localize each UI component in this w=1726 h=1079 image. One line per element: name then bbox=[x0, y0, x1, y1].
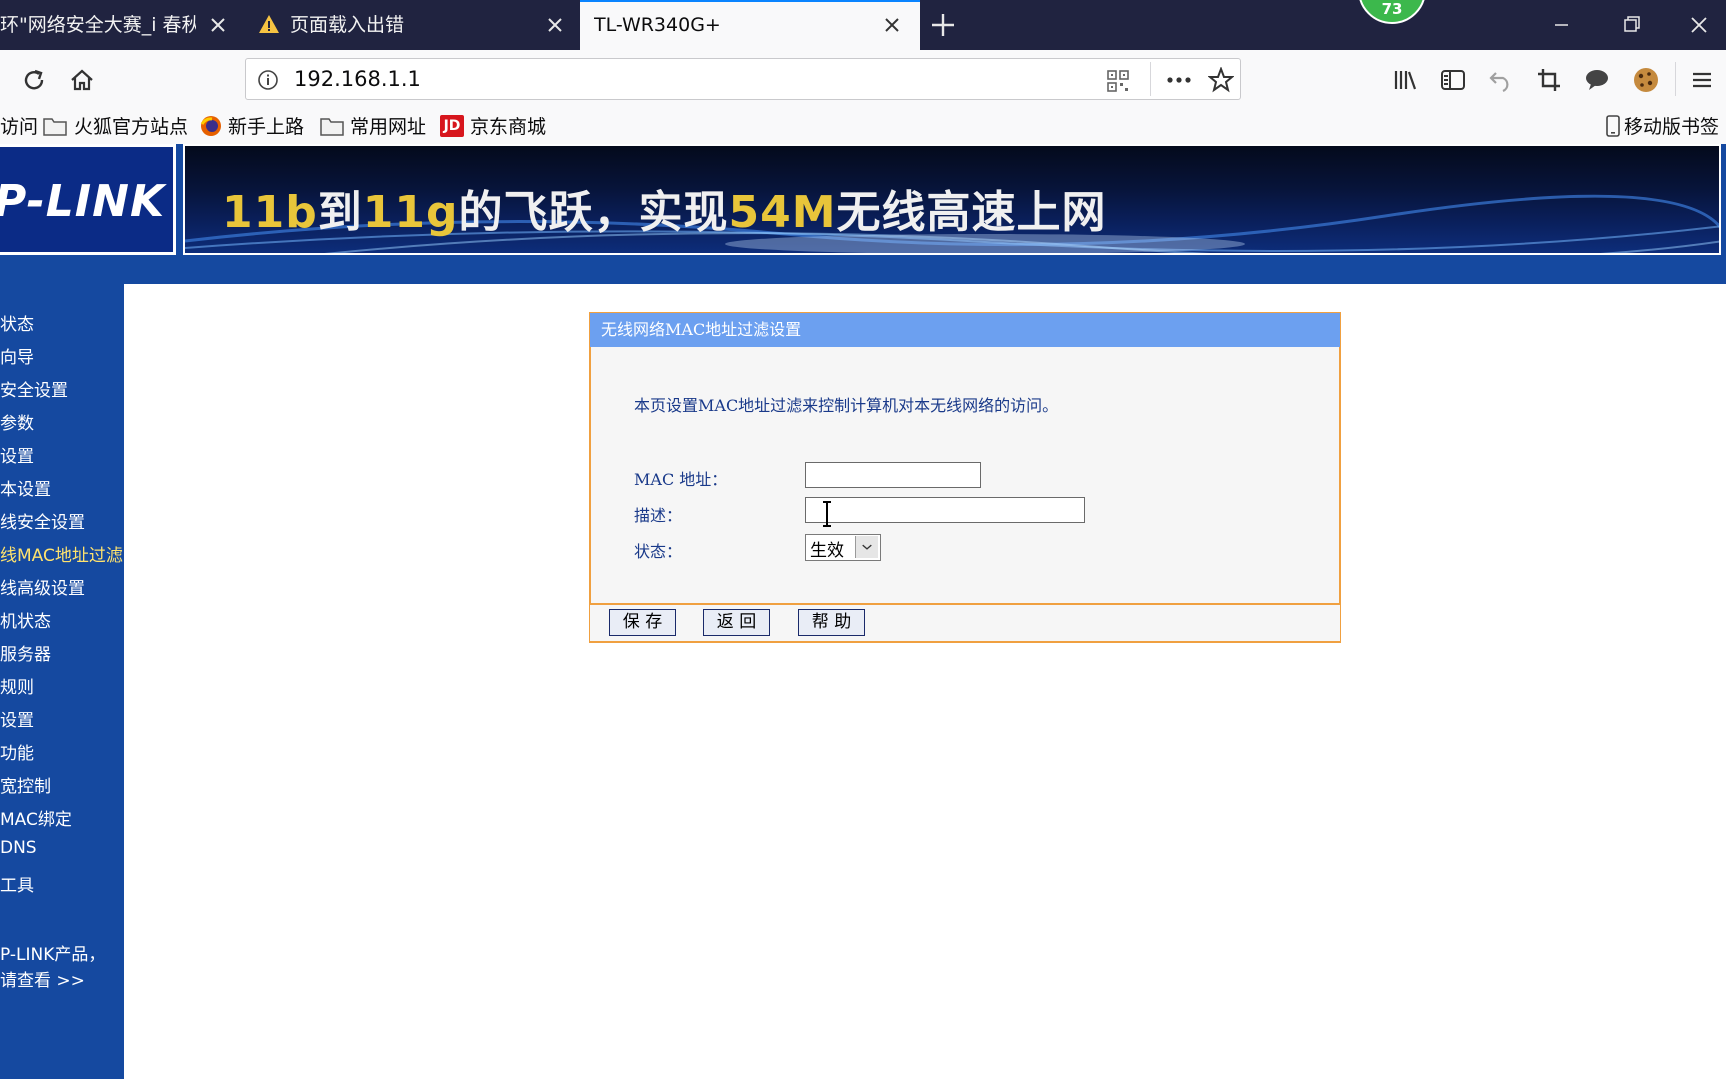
firefox-icon bbox=[200, 116, 221, 136]
panel-title: 无线网络MAC地址过滤设置 bbox=[601, 320, 802, 339]
mobile-bookmarks-icon bbox=[1606, 115, 1620, 137]
status-label: 状态： bbox=[634, 542, 683, 561]
slogan-part1: 11b bbox=[222, 187, 318, 238]
back-button[interactable]: 返 回 bbox=[703, 609, 770, 636]
url-divider bbox=[1150, 62, 1151, 96]
minimize-icon[interactable] bbox=[1526, 0, 1596, 50]
slogan-part5: 54M bbox=[728, 187, 837, 238]
reload-icon[interactable] bbox=[20, 66, 48, 94]
menu-item[interactable]: 机状态 bbox=[0, 607, 51, 632]
restore-icon[interactable] bbox=[1596, 0, 1666, 50]
bookmark-firefox-site[interactable]: 火狐官方站点 bbox=[74, 110, 188, 144]
bookmark-getting-started[interactable]: 新手上路 bbox=[228, 110, 304, 144]
tab-tl-wr340g[interactable]: TL-WR340G+ bbox=[580, 0, 920, 50]
bookmark-mobile[interactable]: 移动版书签 bbox=[1624, 110, 1719, 144]
close-window-icon[interactable] bbox=[1664, 0, 1726, 50]
notification-badge[interactable]: 73 bbox=[1358, 0, 1426, 24]
toolbar-divider bbox=[1675, 62, 1676, 96]
menu-item[interactable]: 状态 bbox=[0, 310, 34, 335]
menu-item[interactable]: 工具 bbox=[0, 871, 34, 896]
mac-address-label: MAC 地址： bbox=[634, 470, 728, 489]
qr-code-icon[interactable] bbox=[1107, 70, 1129, 92]
tab-label: 页面载入出错 bbox=[290, 14, 405, 36]
folder-icon bbox=[43, 118, 67, 136]
url-text[interactable]: 192.168.1.1 bbox=[294, 58, 421, 100]
save-button[interactable]: 保 存 bbox=[609, 609, 676, 636]
site-info-icon[interactable] bbox=[257, 69, 279, 91]
chevron-down-icon[interactable] bbox=[855, 536, 878, 558]
badge-count: 73 bbox=[1381, 0, 1403, 18]
slogan-part6: 无线高速上网 bbox=[836, 187, 1107, 238]
promo-line1: P-LINK产品， bbox=[0, 945, 106, 965]
description-input[interactable] bbox=[805, 497, 1085, 523]
bookmark-common-sites[interactable]: 常用网址 bbox=[350, 110, 426, 144]
tab-close-icon[interactable] bbox=[208, 15, 228, 35]
menu-item[interactable]: 设置 bbox=[0, 706, 34, 731]
content-corner bbox=[124, 284, 184, 344]
menu-item[interactable]: 参数 bbox=[0, 409, 34, 434]
menu-item[interactable]: MAC绑定 bbox=[0, 805, 72, 830]
tab-close-icon[interactable] bbox=[882, 15, 902, 35]
mac-address-input[interactable] bbox=[805, 462, 981, 488]
warning-icon bbox=[259, 15, 279, 33]
folder-icon bbox=[320, 118, 344, 136]
menu-item[interactable]: 服务器 bbox=[0, 640, 51, 665]
menu-item[interactable]: 设置 bbox=[0, 442, 34, 467]
screenshot-crop-icon[interactable] bbox=[1536, 67, 1562, 93]
tab-ichunqiu[interactable]: 环"网络安全大赛_i 春秋_大 bbox=[0, 0, 240, 50]
banner-slogan: 11b到11g的飞跃，实现54M无线高速上网 bbox=[222, 176, 1106, 240]
tab-close-icon[interactable] bbox=[545, 15, 565, 35]
cookie-extension-icon[interactable] bbox=[1632, 66, 1660, 94]
slogan-part4: 的飞跃，实现 bbox=[458, 187, 729, 238]
slogan-part2: 到 bbox=[317, 187, 363, 238]
new-tab-plus-icon[interactable] bbox=[930, 12, 956, 38]
more-actions-icon[interactable] bbox=[1166, 70, 1192, 90]
chat-icon[interactable] bbox=[1584, 67, 1610, 93]
bookmark-jd-mall[interactable]: 京东商城 bbox=[470, 110, 546, 144]
bookmark-most-visited[interactable]: 访问 bbox=[0, 110, 38, 144]
menu-item[interactable]: DNS bbox=[0, 838, 37, 858]
tab-strip: 环"网络安全大赛_i 春秋_大 页面载入出错 TL-WR340G+ 73 bbox=[0, 0, 1726, 50]
menu-item[interactable]: 安全设置 bbox=[0, 376, 68, 401]
text-cursor-icon bbox=[823, 501, 831, 527]
home-icon[interactable] bbox=[68, 66, 96, 94]
tab-label: TL-WR340G+ bbox=[594, 14, 721, 36]
tplink-logo: P-LINK bbox=[0, 176, 166, 227]
menu-item[interactable]: 宽控制 bbox=[0, 772, 51, 797]
bookmark-star-icon[interactable] bbox=[1208, 67, 1234, 93]
menu-item[interactable]: 线安全设置 bbox=[0, 508, 85, 533]
menu-item[interactable]: 功能 bbox=[0, 739, 34, 764]
help-button[interactable]: 帮 助 bbox=[798, 609, 865, 636]
tab-page-error[interactable]: 页面载入出错 bbox=[240, 0, 580, 50]
panel-description: 本页设置MAC地址过滤来控制计算机对本无线网络的访问。 bbox=[634, 396, 1059, 415]
slogan-part3: 11g bbox=[362, 187, 459, 238]
undo-icon[interactable] bbox=[1488, 67, 1514, 93]
menu-item[interactable]: 线高级设置 bbox=[0, 574, 85, 599]
description-label: 描述： bbox=[634, 506, 683, 525]
library-icon[interactable] bbox=[1393, 67, 1419, 93]
sidebar-icon[interactable] bbox=[1440, 67, 1466, 93]
tab-label: 环"网络安全大赛_i 春秋_大 bbox=[0, 14, 196, 36]
jd-icon: JD bbox=[440, 115, 464, 137]
menu-item[interactable]: 向导 bbox=[0, 343, 34, 368]
menu-item[interactable]: 线MAC地址过滤 bbox=[0, 541, 123, 566]
menu-item[interactable]: 本设置 bbox=[0, 475, 51, 500]
promo-link[interactable]: 请查看 >> bbox=[0, 966, 85, 991]
hamburger-menu-icon[interactable] bbox=[1690, 68, 1714, 92]
status-selected-value: 生效 bbox=[810, 541, 844, 561]
menu-item[interactable]: 规则 bbox=[0, 673, 34, 698]
